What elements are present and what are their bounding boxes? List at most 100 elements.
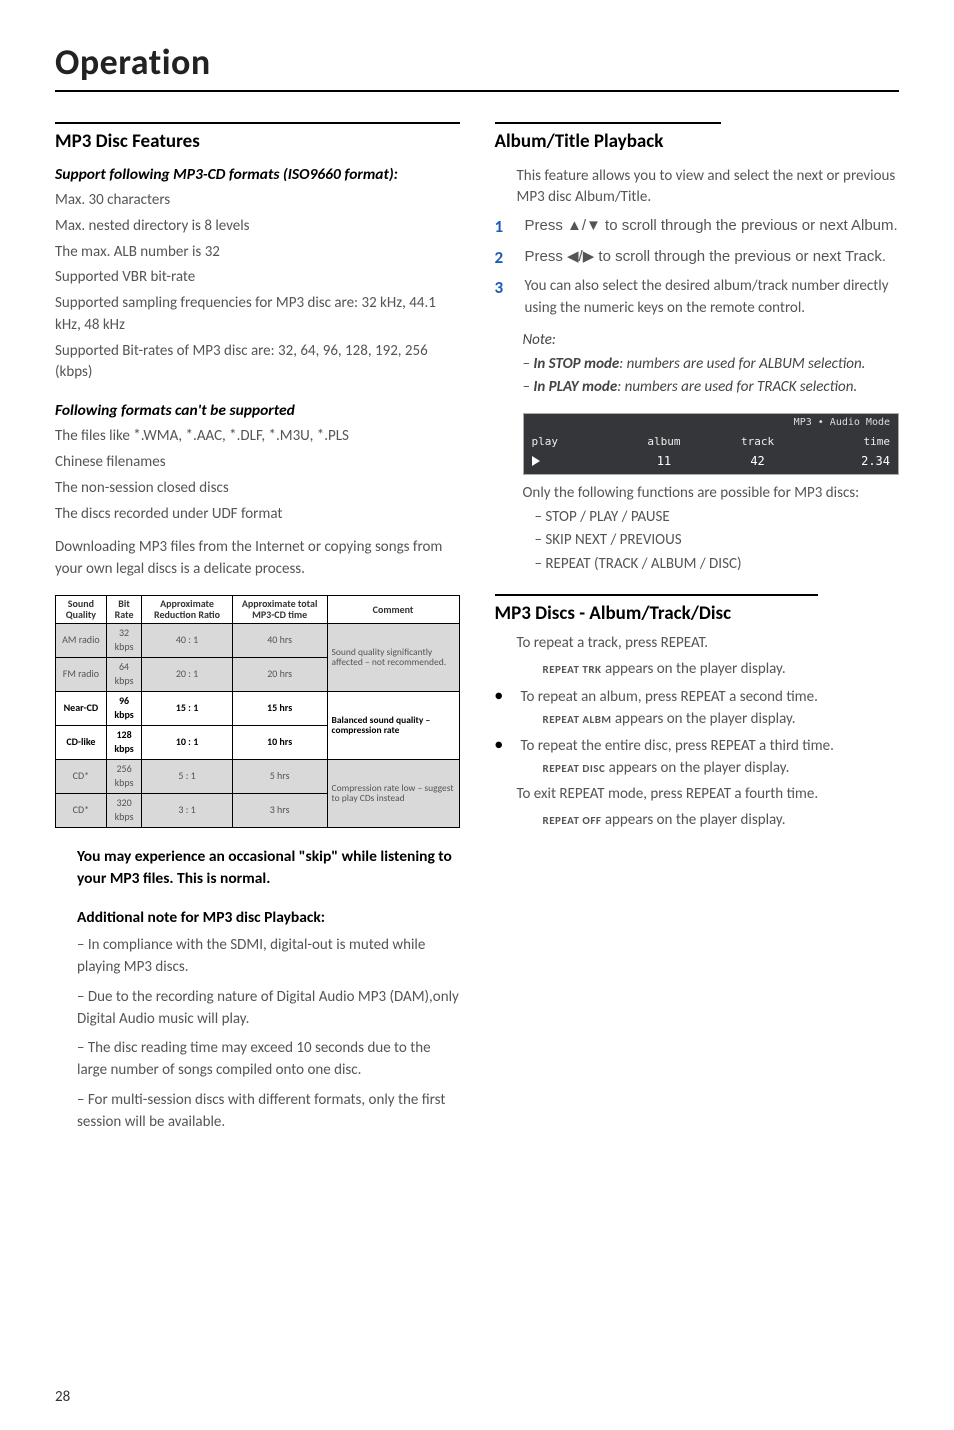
step-number: 2 [495, 246, 513, 271]
td: 10 : 1 [142, 725, 232, 759]
additional-note-list: – In compliance with the SDMI, digital-o… [55, 935, 460, 1133]
list-item: Chinese filenames [55, 452, 460, 474]
list-item: Supported VBR bit-rate [55, 267, 460, 289]
subhead-unsupported-formats: Following formats can't be supported [55, 400, 460, 422]
repeat-off-line: REPEAT OFF appears on the player display… [495, 810, 900, 832]
note-block: Note: – In STOP mode: numbers are used f… [495, 330, 900, 399]
repeat-intro: To repeat a track, press REPEAT. [495, 633, 900, 655]
display-val-track: 42 [711, 453, 805, 474]
step-text: You can also select the desired album/tr… [525, 276, 900, 320]
th-quality: Sound Quality [56, 595, 107, 623]
td: 20 hrs [232, 657, 327, 691]
table-row: Near-CD 96 kbps 15 : 1 15 hrs Balanced s… [56, 691, 460, 725]
additional-note-head: Additional note for MP3 disc Playback: [55, 907, 460, 929]
repeat-trk-line: REPEAT TRK appears on the player display… [495, 659, 900, 681]
left-column: MP3 Disc Features Support following MP3-… [55, 112, 460, 1137]
display-val-time: 2.34 [804, 453, 898, 474]
right-column: Album/Title Playback This feature allows… [495, 112, 900, 1137]
td: Near-CD [56, 691, 107, 725]
list-item: The files like *.WMA, *.AAC, *.DLF, *.M3… [55, 426, 460, 448]
bullet-icon: ● [495, 736, 509, 758]
list-item: – STOP / PLAY / PAUSE [535, 507, 900, 529]
td: 5 : 1 [142, 759, 232, 793]
td: 10 hrs [232, 725, 327, 759]
td: FM radio [56, 657, 107, 691]
td: 32 kbps [106, 623, 142, 657]
note-line: – In STOP mode: numbers are used for ALB… [523, 354, 900, 376]
td-comment: Balanced sound quality – compression rat… [327, 691, 459, 759]
supported-formats-list: Max. 30 characters Max. nested directory… [55, 190, 460, 384]
td: 3 hrs [232, 793, 327, 827]
repeat-exit: To exit REPEAT mode, press REPEAT a four… [495, 784, 900, 806]
bullet-text: To repeat the entire disc, press REPEAT … [521, 736, 834, 758]
td: 5 hrs [232, 759, 327, 793]
list-item: – In compliance with the SDMI, digital-o… [77, 935, 460, 979]
note-title: Note: [523, 330, 900, 352]
td: 40 : 1 [142, 623, 232, 657]
bullet-repeat-album: ● To repeat an album, press REPEAT a sec… [495, 687, 900, 709]
td: 15 hrs [232, 691, 327, 725]
list-item: – Due to the recording nature of Digital… [77, 987, 460, 1031]
td: 20 : 1 [142, 657, 232, 691]
skip-note: You may experience an occasional "skip" … [55, 846, 460, 891]
bullet-repeat-disc: ● To repeat the entire disc, press REPEA… [495, 736, 900, 758]
td: 40 hrs [232, 623, 327, 657]
list-item: – The disc reading time may exceed 10 se… [77, 1038, 460, 1082]
display-col-time: time [804, 431, 898, 453]
list-item: Max. nested directory is 8 levels [55, 216, 460, 238]
section-mp3-discs-repeat: MP3 Discs - Album/Track/Disc [495, 596, 900, 628]
list-item: Max. 30 characters [55, 190, 460, 212]
subhead-supported-formats: Support following MP3-CD formats (ISO966… [55, 164, 460, 186]
th-ratio: Approximate Reduction Ratio [142, 595, 232, 623]
display-val-play [524, 453, 618, 474]
table-row: AM radio 32 kbps 40 : 1 40 hrs Sound qua… [56, 623, 460, 657]
intro-paragraph: This feature allows you to view and sele… [495, 166, 900, 210]
two-column-layout: MP3 Disc Features Support following MP3-… [55, 112, 899, 1137]
list-item: The discs recorded under UDF format [55, 504, 460, 526]
step-1: 1 Press ▲/▼ to scroll through the previo… [495, 215, 900, 240]
step-number: 3 [495, 276, 513, 320]
list-item: Supported Bit-rates of MP3 disc are: 32,… [55, 341, 460, 385]
quality-table: Sound Quality Bit Rate Approximate Reduc… [55, 595, 460, 828]
list-item: Supported sampling frequencies for MP3 d… [55, 293, 460, 337]
bullet-text: To repeat an album, press REPEAT a secon… [521, 687, 818, 709]
step-text: Press ▲/▼ to scroll through the previous… [525, 215, 898, 240]
list-item: The max. ALB number is 32 [55, 242, 460, 264]
display-col-album: album [617, 431, 711, 453]
td: 64 kbps [106, 657, 142, 691]
player-display: MP3 • Audio Mode play album track time 1… [523, 413, 900, 475]
th-bitrate: Bit Rate [106, 595, 142, 623]
table-row: CD* 256 kbps 5 : 1 5 hrs Compression rat… [56, 759, 460, 793]
step-3: 3 You can also select the desired album/… [495, 276, 900, 320]
td: CD-like [56, 725, 107, 759]
play-icon [532, 456, 540, 466]
unsupported-formats-list: The files like *.WMA, *.AAC, *.DLF, *.M3… [55, 426, 460, 525]
list-item: – REPEAT (TRACK / ALBUM / DISC) [535, 554, 900, 576]
td: CD* [56, 793, 107, 827]
step-number: 1 [495, 215, 513, 240]
td: 128 kbps [106, 725, 142, 759]
list-item: The non-session closed discs [55, 478, 460, 500]
dash-list: – STOP / PLAY / PAUSE – SKIP NEXT / PREV… [495, 507, 900, 576]
step-text: Press ◀/▶ to scroll through the previous… [525, 246, 887, 271]
td: 320 kbps [106, 793, 142, 827]
numbered-steps: 1 Press ▲/▼ to scroll through the previo… [495, 215, 900, 320]
step-2: 2 Press ◀/▶ to scroll through the previo… [495, 246, 900, 271]
section-mp3-features: MP3 Disc Features [55, 122, 460, 156]
display-mode-label: MP3 • Audio Mode [524, 414, 899, 431]
td-comment: Sound quality significantly affected – n… [327, 623, 459, 691]
repeat-disc-line: REPEAT DISC appears on the player displa… [495, 758, 900, 780]
td: 15 : 1 [142, 691, 232, 725]
td: 3 : 1 [142, 793, 232, 827]
th-time: Approximate total MP3-CD time [232, 595, 327, 623]
td: AM radio [56, 623, 107, 657]
th-comment: Comment [327, 595, 459, 623]
display-val-album: 11 [617, 453, 711, 474]
list-item: – For multi-session discs with different… [77, 1090, 460, 1134]
td: CD* [56, 759, 107, 793]
display-col-play: play [524, 431, 618, 453]
page-number: 28 [55, 1388, 70, 1406]
repeat-albm-line: REPEAT ALBM appears on the player displa… [495, 709, 900, 731]
bullet-icon: ● [495, 687, 509, 709]
display-col-track: track [711, 431, 805, 453]
